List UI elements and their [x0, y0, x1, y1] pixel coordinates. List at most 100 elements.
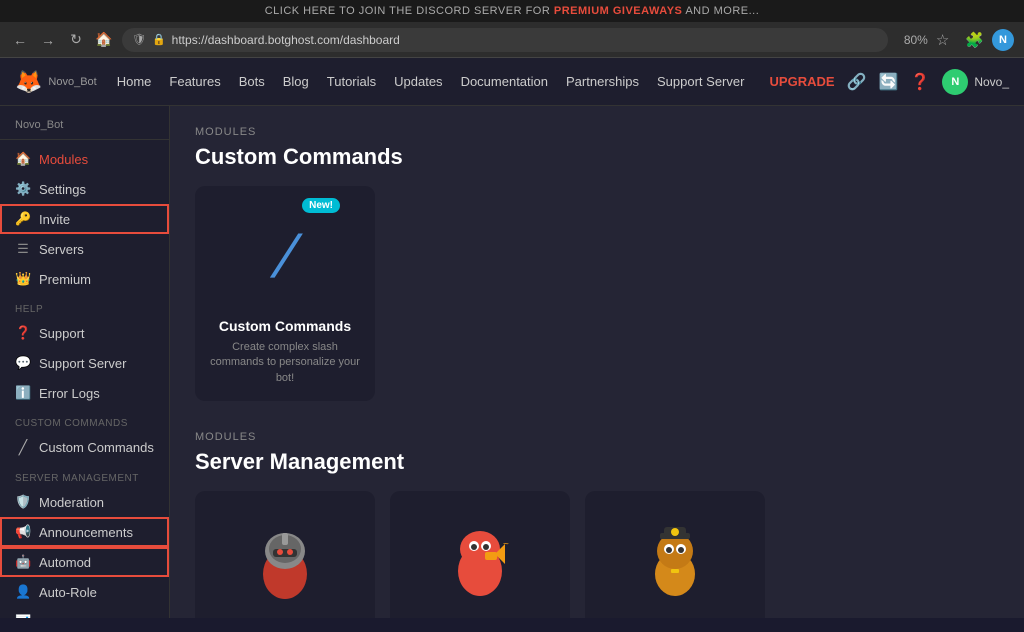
bookmark-icon[interactable]: ☆	[936, 31, 949, 49]
automod-icon-area	[625, 511, 725, 611]
sidebar-auto-role-label: Auto-Role	[39, 585, 97, 600]
automod-illustration	[635, 519, 715, 604]
info-icon: ℹ️	[15, 385, 31, 401]
navbar: 🦊 Novo_Bot Home Features Bots Blog Tutor…	[0, 58, 1024, 106]
extension-icon[interactable]: 🧩	[965, 31, 984, 49]
sidebar-item-announcements[interactable]: 📢 Announcements	[0, 517, 169, 547]
slash-icon: ╱	[15, 439, 31, 456]
custom-commands-card-title: Custom Commands	[219, 318, 351, 334]
sidebar-bot-name: Novo_Bot	[0, 114, 169, 140]
robot-icon: 🤖	[15, 554, 31, 570]
logo[interactable]: 🦊 Novo_Bot	[15, 69, 97, 95]
sidebar-invite-label: Invite	[39, 212, 70, 227]
announcement-prefix: CLICK HERE TO JOIN THE DISCORD SERVER FO…	[265, 5, 551, 17]
nav-features[interactable]: Features	[169, 74, 220, 89]
sidebar-item-automod[interactable]: 🤖 Automod	[0, 547, 169, 577]
shield-mod-icon: 🛡️	[15, 494, 31, 510]
forward-button[interactable]: →	[38, 32, 58, 48]
sidebar-item-servers[interactable]: ☰ Servers	[0, 234, 169, 264]
custom-commands-section-label: MODULES	[195, 126, 999, 138]
profile-avatar[interactable]: N	[992, 29, 1014, 51]
link-icon[interactable]: 🔗	[847, 72, 867, 92]
announcements-icon-area: ~	[430, 511, 530, 611]
nav-links: Home Features Bots Blog Tutorials Update…	[117, 74, 770, 89]
sidebar-item-moderation[interactable]: 🛡️ Moderation	[0, 487, 169, 517]
announcements-illustration: ~	[440, 519, 520, 604]
svg-text:~: ~	[503, 539, 509, 550]
user-menu[interactable]: N Novo_	[942, 69, 1009, 95]
server-management-section-label: MODULES	[195, 431, 999, 443]
custom-commands-icon-area: New! /	[235, 206, 335, 306]
lock-icon: 🔒	[152, 33, 166, 46]
nav-support-server[interactable]: Support Server	[657, 74, 744, 89]
refresh-icon[interactable]: 🔄	[878, 72, 898, 92]
sidebar-item-modules[interactable]: 🏠 Modules	[0, 144, 169, 174]
logo-icon: 🦊	[15, 69, 42, 95]
sidebar-settings-label: Settings	[39, 182, 86, 197]
sidebar-servers-label: Servers	[39, 242, 84, 257]
sidebar-support-label: Support	[39, 326, 85, 341]
sidebar-premium-label: Premium	[39, 272, 91, 287]
user-label: Novo_	[974, 75, 1009, 89]
server-management-grid: Moderation Moderate your server with a s…	[195, 491, 999, 618]
user-avatar-circle: N	[942, 69, 968, 95]
announcement-bar[interactable]: CLICK HERE TO JOIN THE DISCORD SERVER FO…	[0, 0, 1024, 22]
layout: Novo_Bot 🏠 Modules ⚙️ Settings 🔑 Invite …	[0, 106, 1024, 618]
sidebar-automod-label: Automod	[39, 555, 91, 570]
slash-command-icon: /	[271, 222, 300, 291]
browser-chrome: ← → ↻ 🏠 🛡 🔒 https://dashboard.botghost.c…	[0, 22, 1024, 58]
sidebar-item-settings[interactable]: ⚙️ Settings	[0, 174, 169, 204]
sidebar-modules-label: Modules	[39, 152, 88, 167]
server-management-section-label: Server Management	[0, 463, 169, 487]
sidebar-error-logs-label: Error Logs	[39, 386, 100, 401]
nav-updates[interactable]: Updates	[394, 74, 442, 89]
gear-icon: ⚙️	[15, 181, 31, 197]
announcements-card[interactable]: ~ Announcements Create automatic announc…	[390, 491, 570, 618]
home-button[interactable]: 🏠	[94, 31, 114, 48]
sidebar-item-premium[interactable]: 👑 Premium	[0, 264, 169, 294]
announcement-suffix: AND MORE...	[685, 5, 759, 17]
custom-commands-grid: New! / Custom Commands Create complex sl…	[195, 186, 999, 401]
custom-commands-card[interactable]: New! / Custom Commands Create complex sl…	[195, 186, 375, 401]
sidebar-custom-commands-label: Custom Commands	[39, 440, 154, 455]
upgrade-button[interactable]: UPGRADE	[770, 74, 835, 89]
main-content: MODULES Custom Commands New! / Custom Co…	[170, 106, 1024, 618]
nav-blog[interactable]: Blog	[283, 74, 309, 89]
reload-button[interactable]: ↻	[66, 31, 86, 48]
help-section-label: Help	[0, 294, 169, 318]
sidebar-item-custom-commands[interactable]: ╱ Custom Commands	[0, 432, 169, 463]
user-icon: 👤	[15, 584, 31, 600]
chart-icon: 📊	[15, 614, 31, 618]
moderation-icon-area	[235, 511, 335, 611]
sidebar-item-support-server[interactable]: 💬 Support Server	[0, 348, 169, 378]
shield-icon: 🛡	[132, 33, 146, 46]
help-icon[interactable]: ❓	[910, 72, 930, 92]
sidebar-item-invite[interactable]: 🔑 Invite	[0, 204, 169, 234]
sidebar-item-auto-role[interactable]: 👤 Auto-Role	[0, 577, 169, 607]
zoom-indicator: 80%	[904, 33, 928, 47]
nav-documentation[interactable]: Documentation	[461, 74, 548, 89]
invite-icon: 🔑	[15, 211, 31, 227]
sidebar-item-support[interactable]: ❓ Support	[0, 318, 169, 348]
nav-partnerships[interactable]: Partnerships	[566, 74, 639, 89]
sidebar-item-error-logs[interactable]: ℹ️ Error Logs	[0, 378, 169, 408]
automod-card[interactable]: Automod Automatically moderate your serv…	[585, 491, 765, 618]
megaphone-icon: 📢	[15, 524, 31, 540]
question-icon: ❓	[15, 325, 31, 341]
nav-home[interactable]: Home	[117, 74, 152, 89]
custom-commands-section-label: Custom Commands	[0, 408, 169, 432]
custom-commands-card-desc: Create complex slash commands to persona…	[210, 340, 360, 386]
back-button[interactable]: ←	[10, 32, 30, 48]
moderation-card[interactable]: Moderation Moderate your server with a s…	[195, 491, 375, 618]
sidebar: Novo_Bot 🏠 Modules ⚙️ Settings 🔑 Invite …	[0, 106, 170, 618]
nav-tutorials[interactable]: Tutorials	[327, 74, 376, 89]
logo-bot-name: Novo_Bot	[48, 76, 96, 88]
url-text: https://dashboard.botghost.com/dashboard	[172, 33, 878, 47]
sidebar-item-usage[interactable]: 📊 Usage	[0, 607, 169, 618]
nav-bots[interactable]: Bots	[239, 74, 265, 89]
chat-icon: 💬	[15, 355, 31, 371]
new-badge: New!	[302, 198, 340, 213]
crown-icon: 👑	[15, 271, 31, 287]
sidebar-support-server-label: Support Server	[39, 356, 126, 371]
address-bar[interactable]: 🛡 🔒 https://dashboard.botghost.com/dashb…	[122, 28, 888, 52]
